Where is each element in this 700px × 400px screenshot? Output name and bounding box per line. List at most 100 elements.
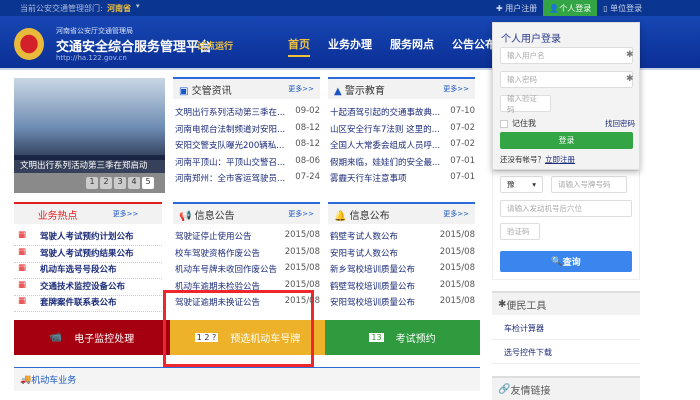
info-list-item[interactable]: 鹤壁考试人数公布 2015/08: [328, 230, 475, 242]
news-slider[interactable]: 文明出行系列活动第三季在郑启动 1 2 3 4 5: [14, 78, 165, 193]
item-date: 2015/08: [284, 246, 320, 257]
item-date: 07-01: [450, 172, 475, 182]
item-title: 套牌案件联系表公布: [40, 298, 117, 308]
slider-page-5[interactable]: 5: [142, 177, 154, 189]
trial-badge: 试点运行: [197, 42, 234, 52]
forgot-password-link[interactable]: 找回密码: [605, 118, 635, 129]
login-button[interactable]: 登录: [500, 132, 633, 149]
province-select[interactable]: 豫 ▾: [500, 176, 543, 193]
notice-list-item[interactable]: 驾驶证停止使用公告 2015/08: [173, 230, 320, 242]
info-list-item[interactable]: 鹤壁驾校培训质量公布 2015/08: [328, 280, 475, 292]
notice-list-item[interactable]: 机动车号牌未收回作废公告 2015/08: [173, 263, 320, 275]
warning-list-item[interactable]: 山区安全行车7法则 这里的... 07-02: [328, 123, 475, 135]
required-icon: ✱: [626, 74, 634, 84]
query-button[interactable]: 🔍 查询: [500, 251, 632, 272]
slider-page-2[interactable]: 2: [100, 177, 112, 189]
item-date: 09-02: [295, 106, 320, 116]
notice-list-item[interactable]: 校车驾驶资格作废公告 2015/08: [173, 247, 320, 259]
username-input[interactable]: 输入用户名: [500, 47, 633, 64]
unit-login-label: 单位登录: [610, 4, 643, 13]
warning-panel-header: ▲ 警示教育 更多>>: [328, 77, 475, 99]
password-input[interactable]: 输入密码: [500, 71, 633, 88]
tool-number-control-download[interactable]: 选号控件下载: [492, 340, 640, 364]
nav-business[interactable]: 业务办理: [328, 36, 372, 57]
item-title: 假期来临，娃娃们的安全最...: [330, 157, 441, 168]
links-title: 友情链接: [510, 385, 551, 397]
warning-list-item[interactable]: 全国人大常委会组成人员呼... 07-02: [328, 139, 475, 151]
unit-login-link[interactable]: ▯ 单位登录: [597, 0, 648, 16]
news-list-item[interactable]: 河南郑州：全市客运驾驶员... 07-24: [173, 172, 320, 184]
info-list-item[interactable]: 安阳驾校培训质量公布 2015/08: [328, 296, 475, 308]
query-label: 查询: [562, 258, 581, 268]
personal-login-label: 个人登录: [559, 4, 592, 13]
hot-list-item[interactable]: 交通技术监控设备公布 ▦: [14, 280, 162, 296]
personal-login-tab[interactable]: 👤个人登录: [543, 0, 598, 16]
warning-icon: ▲: [334, 85, 345, 97]
warning-more-link[interactable]: 更多>>: [443, 84, 469, 94]
news-more-link[interactable]: 更多>>: [288, 84, 314, 94]
slider-page-1[interactable]: 1: [86, 177, 98, 189]
tool-car-inspection-calculator[interactable]: 车检计算器: [492, 316, 640, 340]
item-date: 2015/08: [439, 296, 475, 306]
info-title: 信息公布: [349, 210, 390, 222]
hot-item-icon: ▦: [18, 246, 27, 257]
item-title: 河南郑州：全市客运驾驶员...: [175, 174, 286, 184]
plus-icon: ✚: [496, 4, 506, 13]
remember-checkbox[interactable]: [500, 120, 508, 128]
item-date: 07-10: [450, 106, 475, 116]
chevron-down-icon[interactable]: ▾: [136, 2, 140, 10]
hot-list-item[interactable]: 驾驶人考试预约计划公布 ▦: [14, 230, 162, 246]
nav-outlets[interactable]: 服务网点: [390, 36, 434, 57]
hot-item-icon: ▦: [18, 279, 27, 290]
info-panel-header: 🔔 信息公布 更多>>: [328, 202, 475, 224]
register-now-link[interactable]: 立即注册: [545, 154, 575, 165]
item-date: 2015/08: [284, 279, 320, 290]
warning-list-item[interactable]: 假期来临，娃娃们的安全最... 07-01: [328, 156, 475, 168]
item-title: 驾驶证逾期未换证公告: [175, 298, 261, 308]
login-captcha-input[interactable]: 输入验证码: [500, 94, 551, 114]
dept-selector[interactable]: 河南省: [107, 3, 131, 14]
user-icon: 👤: [549, 4, 560, 13]
banner-label: 电子监控处理: [74, 334, 135, 345]
item-title: 驾驶证停止使用公告: [175, 232, 252, 242]
news-list-item[interactable]: 河南平顶山：平顶山交警召... 08-06: [173, 156, 320, 168]
notice-list-item[interactable]: 机动车逾期未检验公告 2015/08: [173, 280, 320, 292]
info-list-item[interactable]: 新乡驾校培训质量公布 2015/08: [328, 263, 475, 275]
notice-list-item[interactable]: 驾驶证逾期未换证公告 2015/08: [173, 296, 320, 308]
banner-electronic-monitoring[interactable]: 📹 电子监控处理: [14, 320, 170, 355]
slider-page-4[interactable]: 4: [128, 177, 140, 189]
news-list-item[interactable]: 安阳交警支队曝光200辆私... 08-12: [173, 139, 320, 151]
query-captcha-input[interactable]: 验证码: [500, 223, 540, 240]
slider-page-3[interactable]: 3: [114, 177, 126, 189]
hot-list-item[interactable]: 机动车选号号段公布 ▦: [14, 263, 162, 279]
news-list-item[interactable]: 文明出行系列活动第三季在... 09-02: [173, 106, 320, 118]
no-account-text: 还没有帐号？: [500, 155, 545, 164]
hot-list-item[interactable]: 套牌案件联系表公布 ▦: [14, 296, 162, 312]
info-more-link[interactable]: 更多>>: [443, 209, 469, 219]
gear-icon: ✱: [498, 298, 507, 310]
hot-more-link[interactable]: 更多>>: [113, 209, 139, 219]
nav-announcements[interactable]: 公告公布: [452, 36, 496, 57]
item-title: 文明出行系列活动第三季在...: [175, 108, 286, 118]
bell-icon: 🔔: [334, 210, 350, 222]
item-title: 交通技术监控设备公布: [40, 281, 126, 292]
item-date: 2015/08: [439, 279, 475, 290]
register-link[interactable]: ✚ 用户注册: [490, 0, 543, 16]
warning-list-item[interactable]: 十起酒驾引起的交通事故典... 07-10: [328, 106, 475, 118]
nav-home[interactable]: 首页: [288, 36, 310, 57]
info-list-item[interactable]: 安阳考试人数公布 2015/08: [328, 247, 475, 259]
hot-list-item[interactable]: 驾驶人考试预约结果公布 ▦: [14, 247, 162, 263]
banner-exam-booking[interactable]: 13 考试预约: [325, 320, 480, 355]
megaphone-icon: 📢: [179, 210, 195, 222]
engine-number-input[interactable]: 请输入发动机号后六位: [500, 200, 632, 217]
camera-icon: 📹: [49, 332, 63, 343]
notice-more-link[interactable]: 更多>>: [288, 209, 314, 219]
plate-input[interactable]: 请输入号牌号码: [551, 176, 627, 193]
item-date: 07-01: [450, 155, 475, 166]
item-title: 鹤壁考试人数公布: [330, 232, 399, 242]
top-bar: 当前公安交通管理部门: 河南省 ▾ ✚ 用户注册 👤个人登录 ▯ 单位登录: [0, 0, 700, 16]
item-date: 07-24: [295, 172, 320, 182]
news-list-item[interactable]: 河南电视台法制频道对安阳... 08-12: [173, 123, 320, 135]
warning-list-item[interactable]: 雾霾天行车注意事项 07-01: [328, 172, 475, 184]
caret-down-icon: ▾: [532, 180, 536, 189]
